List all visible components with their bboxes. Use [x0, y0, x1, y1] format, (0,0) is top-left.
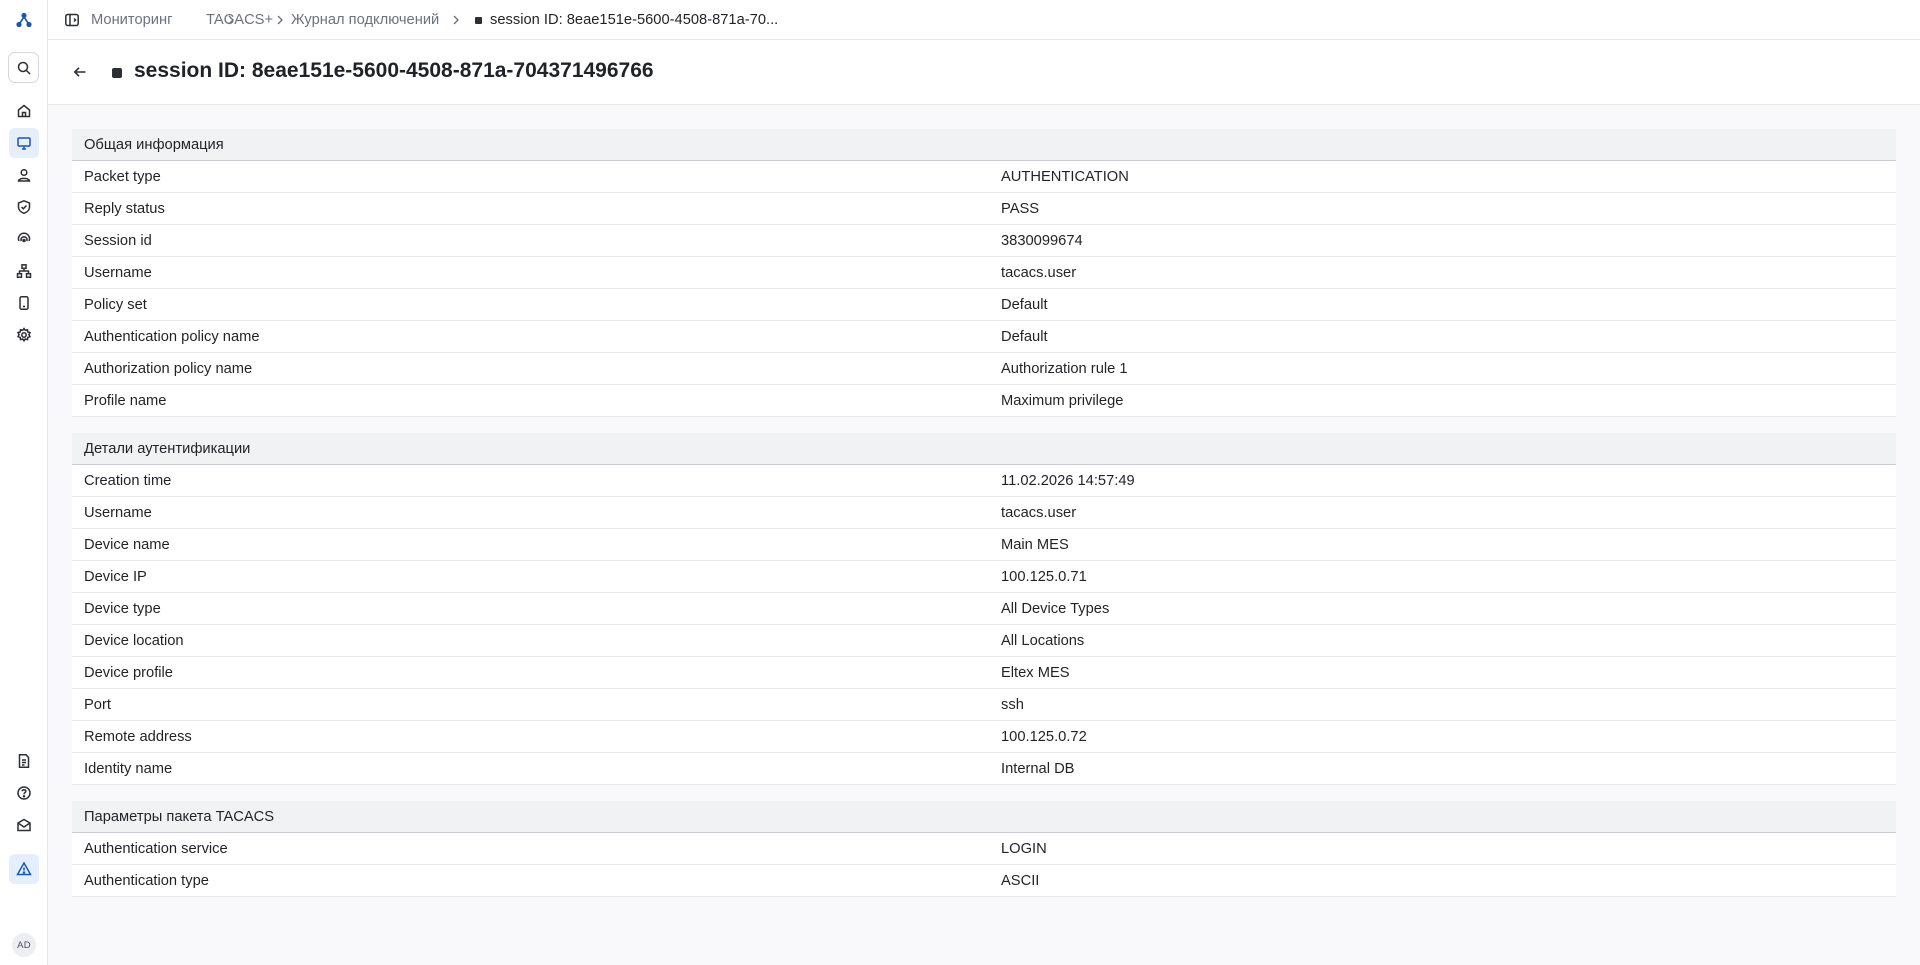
table-row: Reply status PASS	[72, 193, 1896, 225]
session-square-icon	[475, 16, 482, 24]
row-key: Device location	[84, 633, 184, 649]
section-title: Общая информация	[72, 129, 1896, 161]
table-row: Identity name Internal DB	[72, 753, 1896, 785]
row-value: All Locations	[1001, 633, 1085, 649]
arrow-left-icon	[73, 67, 86, 77]
row-key: Profile name	[84, 393, 167, 409]
broadcast-icon[interactable]	[9, 224, 39, 254]
table-row: Authorization policy name Authorization r…	[72, 353, 1896, 385]
row-key: Port	[84, 697, 111, 713]
table-row: Username tacacs.user	[72, 257, 1896, 289]
row-key: Authentication type	[84, 873, 209, 889]
row-key: Authentication service	[84, 841, 228, 857]
row-key: Device IP	[84, 569, 147, 585]
row-value: Default	[1001, 329, 1048, 345]
chevron-right-icon	[449, 13, 463, 27]
sidebar: AD	[0, 0, 48, 965]
user-icon[interactable]	[9, 160, 39, 190]
row-value: tacacs.user	[1001, 265, 1077, 281]
row-value: 100.125.0.72	[1001, 729, 1087, 745]
row-key: Device type	[84, 601, 161, 617]
network-logo-icon[interactable]	[9, 5, 39, 35]
row-key: Device profile	[84, 665, 173, 681]
row-key: Username	[84, 265, 152, 281]
home-icon[interactable]	[9, 96, 39, 126]
row-value: Eltex MES	[1001, 665, 1070, 681]
table-row: Authentication policy name Default	[72, 321, 1896, 353]
gear-icon[interactable]	[9, 320, 39, 350]
table-row: Session id 3830099674	[72, 225, 1896, 257]
section-title: Параметры пакета TACACS	[72, 801, 1896, 833]
section-title: Детали аутентификации	[72, 433, 1896, 465]
row-key: Authentication policy name	[84, 329, 260, 345]
row-key: Policy set	[84, 297, 147, 313]
row-key: Device name	[84, 537, 170, 553]
row-value: AUTHENTICATION	[1001, 169, 1129, 185]
avatar[interactable]: AD	[12, 933, 36, 957]
top-bar: Мониторинг TACACS+ Журнал подключений se…	[48, 0, 1920, 40]
row-value: PASS	[1001, 201, 1040, 217]
row-key: Authorization policy name	[84, 361, 253, 377]
section-general-info: Общая информация Packet type AUTHENTICATI…	[72, 129, 1896, 417]
row-key: Creation time	[84, 473, 172, 489]
row-value: 100.125.0.71	[1001, 569, 1087, 585]
row-value: 11.02.2026 14:57:49	[1001, 473, 1135, 489]
topology-icon[interactable]	[9, 256, 39, 286]
row-key: Identity name	[84, 761, 173, 777]
row-key: Packet type	[84, 169, 161, 185]
device-icon[interactable]	[9, 288, 39, 318]
mail-icon[interactable]	[9, 810, 39, 840]
row-value: Authorization rule 1	[1001, 361, 1128, 377]
shield-check-icon[interactable]	[9, 192, 39, 222]
section-auth-details: Детали аутентификации Creation time 11.02…	[72, 433, 1896, 785]
row-key: Session id	[84, 233, 152, 249]
chevron-right-icon	[273, 13, 287, 27]
row-key: Username	[84, 505, 152, 521]
row-value: All Device Types	[1001, 601, 1110, 617]
session-square-icon	[112, 68, 122, 78]
alert-triangle-icon[interactable]	[9, 854, 39, 884]
sidebar-toggle-icon[interactable]	[64, 12, 80, 28]
search-icon[interactable]	[8, 52, 39, 83]
breadcrumb-current: session ID: 8eae151e-5600-4508-871a-70..…	[475, 0, 778, 40]
page-header: session ID: 8eae151e-5600-4508-871a-7043…	[48, 40, 1920, 105]
row-key: Reply status	[84, 201, 165, 217]
help-icon[interactable]	[9, 778, 39, 808]
table-row: Device profile Eltex MES	[72, 657, 1896, 689]
table-row: Creation time 11.02.2026 14:57:49	[72, 465, 1896, 497]
table-row: Username tacacs.user	[72, 497, 1896, 529]
table-row: Authentication service LOGIN	[72, 833, 1896, 865]
row-value: Internal DB	[1001, 761, 1075, 777]
back-button[interactable]	[68, 60, 92, 84]
row-value: LOGIN	[1001, 841, 1047, 857]
breadcrumb-current-label: session ID: 8eae151e-5600-4508-871a-70..…	[490, 12, 779, 28]
table-row: Policy set Default	[72, 289, 1896, 321]
table-row: Device location All Locations	[72, 625, 1896, 657]
breadcrumb-item-tacacs[interactable]: TACACS+	[206, 0, 273, 40]
row-value: ASCII	[1001, 873, 1040, 889]
row-value: ssh	[1001, 697, 1024, 713]
table-row: Authentication type ASCII	[72, 865, 1896, 897]
table-row: Profile name Maximum privilege	[72, 385, 1896, 417]
document-icon[interactable]	[9, 746, 39, 776]
row-value: tacacs.user	[1001, 505, 1077, 521]
breadcrumb-item-connection-log[interactable]: Журнал подключений	[291, 0, 439, 40]
table-row: Remote address 100.125.0.72	[72, 721, 1896, 753]
table-row: Device name Main MES	[72, 529, 1896, 561]
breadcrumb-item-monitoring[interactable]: Мониторинг	[91, 0, 172, 40]
row-value: Maximum privilege	[1001, 393, 1124, 409]
page-title: session ID: 8eae151e-5600-4508-871a-7043…	[134, 59, 654, 82]
table-row: Packet type AUTHENTICATION	[72, 161, 1896, 193]
table-row: Device IP 100.125.0.71	[72, 561, 1896, 593]
row-value: Main MES	[1001, 537, 1069, 553]
row-value: Default	[1001, 297, 1048, 313]
monitor-icon[interactable]	[9, 128, 39, 158]
row-key: Remote address	[84, 729, 192, 745]
table-row: Port ssh	[72, 689, 1896, 721]
section-tacacs-packet-params: Параметры пакета TACACS Authentication s…	[72, 801, 1896, 897]
row-value: 3830099674	[1001, 233, 1083, 249]
table-row: Device type All Device Types	[72, 593, 1896, 625]
